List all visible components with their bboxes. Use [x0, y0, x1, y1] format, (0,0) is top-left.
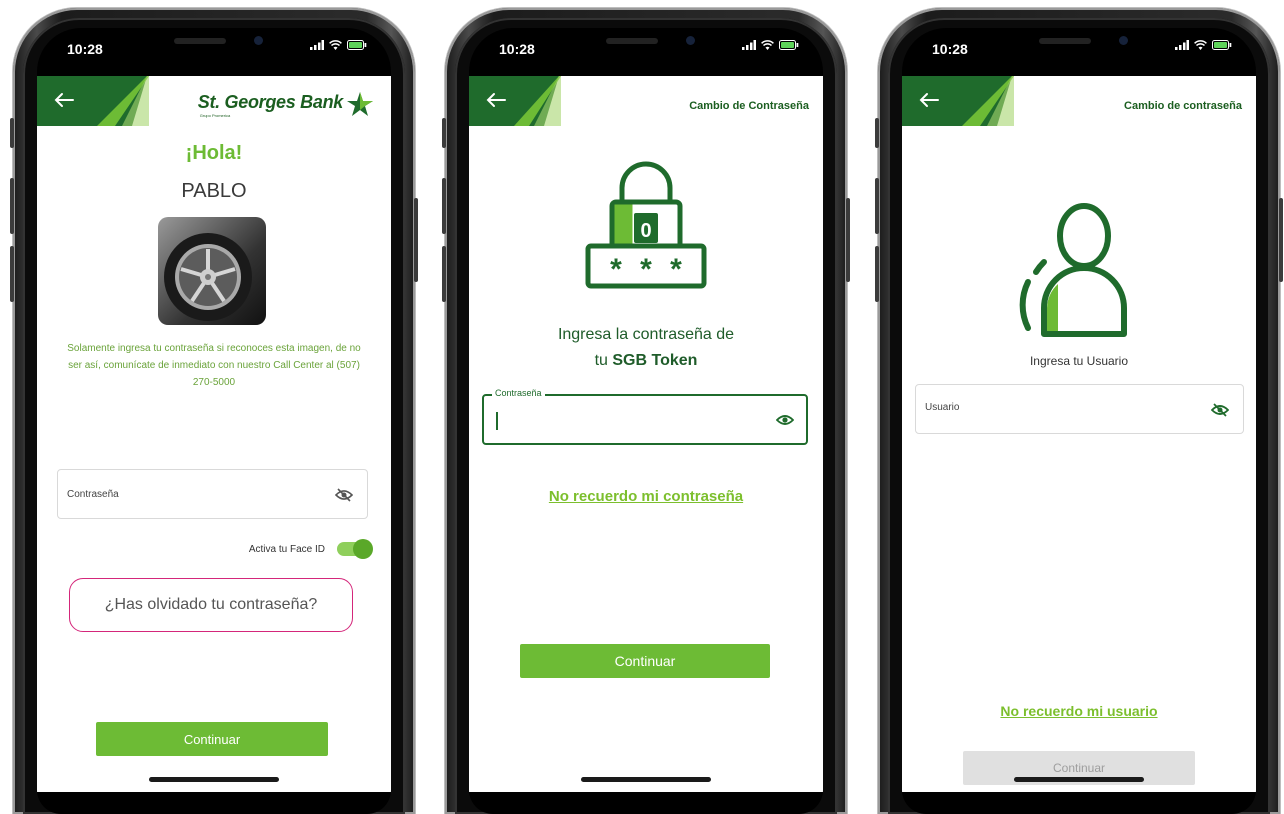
token-password-screen: Cambio de Contraseña 0 * * * Ingresa la …: [469, 76, 823, 792]
side-button: [875, 178, 879, 234]
user-entry-screen: Cambio de contraseña Ingresa tu Usuario …: [902, 76, 1256, 792]
star-logo-icon: [347, 92, 373, 116]
header-title: Cambio de Contraseña: [689, 100, 809, 112]
home-indicator: [1014, 777, 1144, 782]
forgot-password-label: ¿Has olvidado tu contraseña?: [104, 596, 318, 613]
signal-icon: [310, 40, 324, 50]
screen: 10:28 Cambio de Contraseña 0 * * * Ingre…: [469, 28, 823, 814]
side-button: [414, 198, 418, 282]
status-time: 10:28: [499, 41, 535, 57]
text-cursor: [496, 412, 498, 430]
continue-button[interactable]: Continuar: [96, 722, 328, 756]
svg-text:*: *: [670, 253, 682, 286]
username-placeholder: Usuario: [925, 402, 960, 413]
signal-icon: [1175, 40, 1189, 50]
side-button: [10, 246, 14, 302]
username-field[interactable]: Usuario: [915, 384, 1244, 434]
back-arrow-icon[interactable]: [914, 85, 944, 115]
continue-button[interactable]: Continuar: [520, 644, 770, 678]
brand-subtitle: Grupo Promerica: [199, 113, 231, 118]
battery-icon: [779, 40, 799, 50]
svg-text:*: *: [610, 253, 622, 286]
wifi-icon: [761, 40, 774, 50]
lock-digit: 0: [640, 220, 651, 242]
side-button: [10, 118, 14, 148]
signal-icon: [742, 40, 756, 50]
status-bar: 10:28: [902, 28, 1256, 76]
eye-off-icon[interactable]: [1211, 403, 1229, 417]
phone-frame-login: 10:28 St. Georges Bank Grupo Promerica ¡…: [10, 8, 418, 814]
faceid-row: Activa tu Face ID: [248, 539, 373, 559]
battery-icon: [347, 40, 367, 50]
login-screen: St. Georges Bank Grupo Promerica ¡Hola! …: [37, 76, 391, 792]
forgot-password-button[interactable]: ¿Has olvidado tu contraseña?: [69, 578, 353, 632]
car-wheel-icon: [164, 233, 252, 321]
home-indicator: [149, 777, 279, 782]
side-button: [10, 178, 14, 234]
token-prompt-line1: Ingresa la contraseña de: [557, 326, 735, 343]
screen: 10:28 Cambio de contraseña Ingresa tu Us…: [902, 28, 1256, 814]
username: PABLO: [181, 180, 247, 202]
screen: 10:28 St. Georges Bank Grupo Promerica ¡…: [37, 28, 391, 814]
header-title: Cambio de contraseña: [1124, 100, 1242, 112]
eye-off-icon[interactable]: [335, 488, 353, 502]
brand-name: St. Georges Bank: [197, 92, 344, 112]
password-placeholder: Contraseña: [67, 489, 119, 500]
faceid-toggle[interactable]: [337, 539, 373, 559]
side-button: [442, 246, 446, 302]
faceid-label: Activa tu Face ID: [248, 543, 325, 555]
side-button: [442, 178, 446, 234]
brand-logo: St. Georges Bank Grupo Promerica: [198, 92, 373, 118]
phone-frame-token: 10:28 Cambio de Contraseña 0 * * * Ingre…: [442, 8, 850, 814]
password-field[interactable]: Contraseña: [57, 469, 368, 519]
token-password-field[interactable]: Contraseña: [482, 388, 808, 445]
status-bar: 10:28: [37, 28, 391, 76]
status-icons: [310, 40, 367, 50]
lock-password-icon: 0 * * *: [585, 161, 707, 289]
svg-text:*: *: [640, 253, 652, 286]
back-arrow-icon[interactable]: [49, 85, 79, 115]
side-button: [875, 246, 879, 302]
token-field-label: Contraseña: [492, 388, 545, 398]
token-prompt-line2: tu SGB Token: [469, 348, 823, 374]
token-prompt: Ingresa la contraseña de tu SGB Token: [469, 322, 823, 374]
toggle-knob: [353, 539, 373, 559]
token-name: SGB Token: [612, 352, 698, 369]
back-arrow-icon[interactable]: [481, 85, 511, 115]
wifi-icon: [329, 40, 342, 50]
forgot-password-link[interactable]: No recuerdo mi contraseña: [469, 488, 823, 505]
side-button: [875, 118, 879, 148]
status-time: 10:28: [67, 41, 103, 57]
greeting: ¡Hola!: [185, 142, 243, 164]
user-icon: [1019, 203, 1127, 337]
home-indicator: [581, 777, 711, 782]
status-icons: [1175, 40, 1232, 50]
user-prompt: Ingresa tu Usuario: [1029, 354, 1129, 368]
status-icons: [742, 40, 799, 50]
side-button: [846, 198, 850, 282]
status-bar: 10:28: [469, 28, 823, 76]
forgot-user-link[interactable]: No recuerdo mi usuario: [902, 703, 1256, 719]
eye-icon[interactable]: [776, 414, 794, 426]
token-prompt-prefix: tu: [594, 352, 613, 369]
side-button: [1279, 198, 1283, 282]
status-time: 10:28: [932, 41, 968, 57]
battery-icon: [1212, 40, 1232, 50]
security-image: [158, 217, 266, 325]
phone-frame-user: 10:28 Cambio de contraseña Ingresa tu Us…: [875, 8, 1283, 814]
security-notice: Solamente ingresa tu contraseña si recon…: [67, 343, 361, 388]
wifi-icon: [1194, 40, 1207, 50]
side-button: [442, 118, 446, 148]
